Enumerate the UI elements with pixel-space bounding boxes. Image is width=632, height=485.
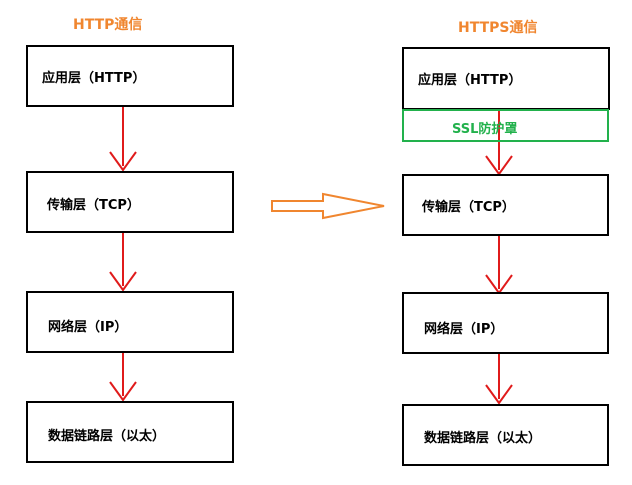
left-arrow-2 (109, 233, 137, 292)
right-layer-application-label: 应用层（HTTP） (418, 73, 522, 88)
ssl-shield-label: SSL防护罩 (452, 122, 518, 137)
transform-arrow (271, 192, 385, 220)
left-layer-transport-label: 传输层（TCP） (47, 198, 140, 213)
right-layer-datalink-label: 数据链路层（以太） (424, 431, 542, 446)
right-layer-network-label: 网络层（IP） (424, 322, 504, 337)
right-arrow-3 (485, 354, 513, 405)
right-layer-transport-label: 传输层（TCP） (422, 200, 515, 215)
left-layer-network-label: 网络层（IP） (48, 320, 128, 335)
left-layer-datalink-label: 数据链路层（以太） (48, 429, 166, 444)
left-title: HTTP通信 (73, 17, 143, 33)
left-layer-application-label: 应用层（HTTP） (42, 71, 146, 86)
left-arrow-1 (109, 107, 137, 172)
right-title: HTTPS通信 (458, 20, 538, 36)
right-arrow-2 (485, 236, 513, 295)
left-arrow-3 (109, 353, 137, 402)
